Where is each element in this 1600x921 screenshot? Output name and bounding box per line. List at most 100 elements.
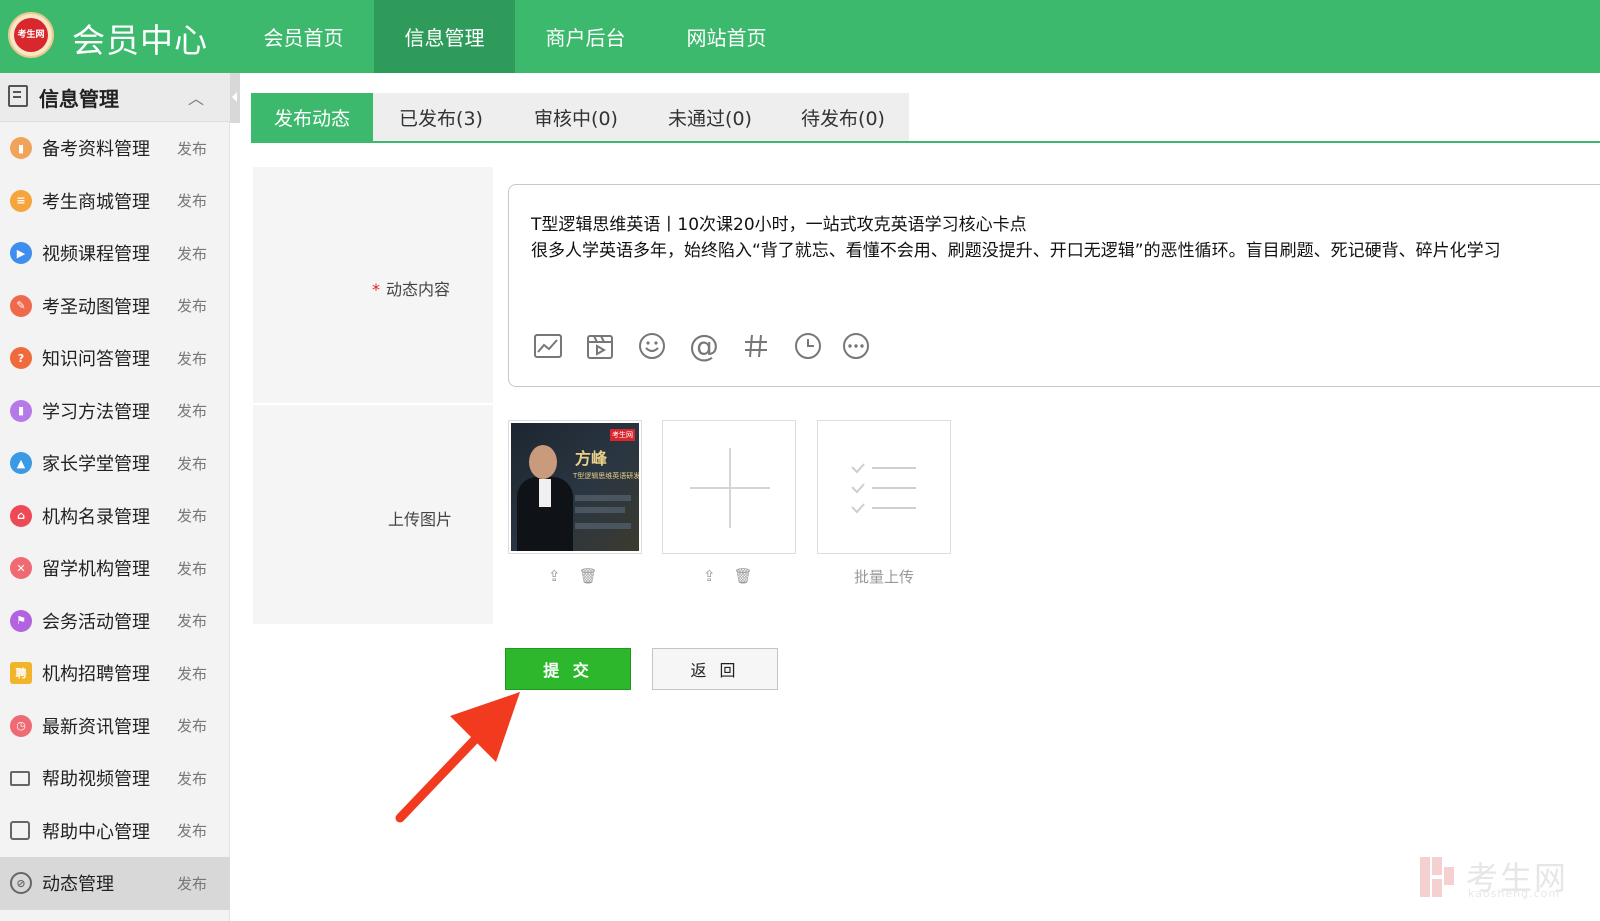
pen-icon: ✎ bbox=[10, 294, 32, 317]
nav-merchant-backend[interactable]: 商户后台 bbox=[515, 0, 656, 73]
batch-upload-label[interactable]: 批量上传 bbox=[817, 566, 951, 587]
sidebar-item-label: 家长学堂管理 bbox=[42, 454, 150, 476]
hashtag-icon[interactable] bbox=[741, 331, 771, 361]
top-header: 考生网 会员中心 会员首页 信息管理 商户后台 网站首页 bbox=[0, 0, 1600, 73]
video-icon[interactable] bbox=[585, 331, 615, 361]
sidebar-section-header[interactable]: 信息管理 ︿ bbox=[0, 73, 230, 122]
mention-icon[interactable]: @ bbox=[689, 329, 719, 364]
add-image-slot[interactable] bbox=[662, 420, 796, 554]
content-editor[interactable]: T型逻辑思维英语丨10次课20小时，一站式攻克英语学习核心卡点 很多人学英语多年… bbox=[508, 184, 1600, 387]
tab-reviewing[interactable]: 审核中(0) bbox=[509, 93, 643, 141]
sidebar-item-video-courses[interactable]: ▶ 视频课程管理 发布 bbox=[0, 227, 230, 280]
content-label-text: 动态内容 bbox=[386, 280, 451, 299]
annotation-arrow-icon bbox=[395, 692, 520, 823]
photo-title: 方峰 bbox=[575, 449, 608, 468]
main-nav: 会员首页 信息管理 商户后台 网站首页 bbox=[233, 0, 797, 73]
publish-link[interactable]: 发布 bbox=[177, 243, 207, 264]
publish-link[interactable]: 发布 bbox=[177, 453, 207, 474]
graduation-cap-icon: ▲ bbox=[10, 452, 32, 475]
sidebar-item-animations[interactable]: ✎ 考圣动图管理 发布 bbox=[0, 280, 230, 333]
publish-link[interactable]: 发布 bbox=[177, 400, 207, 421]
content-line-2[interactable]: 很多人学英语多年，始终陷入“背了就忘、看懂不会用、刷题没提升、开口无逻辑”的恶性… bbox=[531, 236, 1501, 261]
upload-label: 上传图片 bbox=[388, 510, 453, 529]
watermark-sub: kaosheng.com bbox=[1468, 887, 1561, 900]
sidebar-item-study-materials[interactable]: ▮ 备考资料管理 发布 bbox=[0, 122, 230, 175]
sidebar-item-events[interactable]: ⚑ 会务活动管理 发布 bbox=[0, 595, 230, 648]
image-actions-1: ⇪ 🗑 bbox=[548, 567, 598, 585]
sidebar-item-label: 会务活动管理 bbox=[42, 611, 150, 633]
sidebar-item-label: 最新资讯管理 bbox=[42, 716, 150, 738]
content-line-1[interactable]: T型逻辑思维英语丨10次课20小时，一站式攻克英语学习核心卡点 bbox=[531, 210, 1027, 235]
publish-link[interactable]: 发布 bbox=[177, 663, 207, 684]
chart-icon: ▮ bbox=[10, 399, 32, 422]
back-button[interactable]: 返 回 bbox=[652, 648, 778, 690]
sidebar-item-label: 帮助视频管理 bbox=[42, 769, 150, 791]
sidebar-item-label: 视频课程管理 bbox=[42, 244, 150, 266]
publish-link[interactable]: 发布 bbox=[177, 190, 207, 211]
sidebar-item-label: 机构招聘管理 bbox=[42, 664, 150, 686]
photo-text-line bbox=[575, 495, 631, 501]
sidebar-item-mall[interactable]: ≡ 考生商城管理 发布 bbox=[0, 175, 230, 228]
tab-rejected[interactable]: 未通过(0) bbox=[643, 93, 777, 141]
sidebar: 信息管理 ︿ ▮ 备考资料管理 发布 ≡ 考生商城管理 发布 ▶ 视频课程管理 … bbox=[0, 73, 230, 921]
sidebar-item-label: 帮助中心管理 bbox=[42, 821, 150, 843]
more-icon[interactable] bbox=[841, 331, 871, 361]
sidebar-item-help-center[interactable]: 帮助中心管理 发布 bbox=[0, 805, 230, 858]
emoji-icon[interactable] bbox=[637, 331, 667, 361]
publish-link[interactable]: 发布 bbox=[177, 768, 207, 789]
plane-icon: ✕ bbox=[10, 557, 32, 580]
publish-link[interactable]: 发布 bbox=[177, 873, 207, 894]
form-label-column bbox=[253, 167, 493, 624]
sidebar-item-parent-school[interactable]: ▲ 家长学堂管理 发布 bbox=[0, 437, 230, 490]
publish-link[interactable]: 发布 bbox=[177, 715, 207, 736]
image-icon[interactable] bbox=[533, 331, 563, 361]
tab-bar: 发布动态 已发布(3) 审核中(0) 未通过(0) 待发布(0) bbox=[251, 93, 1600, 143]
tab-pending[interactable]: 待发布(0) bbox=[777, 93, 909, 141]
sidebar-item-qa[interactable]: ? 知识问答管理 发布 bbox=[0, 332, 230, 385]
nav-info-management[interactable]: 信息管理 bbox=[374, 0, 515, 73]
publish-link[interactable]: 发布 bbox=[177, 348, 207, 369]
sidebar-item-recruitment[interactable]: 聘 机构招聘管理 发布 bbox=[0, 647, 230, 700]
home-icon: ⌂ bbox=[10, 504, 32, 527]
video-icon: ▶ bbox=[10, 242, 32, 265]
submit-button[interactable]: 提 交 bbox=[505, 648, 631, 690]
upload-icon[interactable]: ⇪ bbox=[548, 567, 561, 585]
photo-person-shirt bbox=[539, 479, 551, 507]
clock-icon: ◷ bbox=[10, 714, 32, 737]
publish-link[interactable]: 发布 bbox=[177, 820, 207, 841]
publish-link[interactable]: 发布 bbox=[177, 558, 207, 579]
sidebar-collapse-toggle[interactable] bbox=[230, 73, 240, 123]
sidebar-item-news[interactable]: ◷ 最新资讯管理 发布 bbox=[0, 700, 230, 753]
sidebar-item-dynamics[interactable]: ⊘ 动态管理 发布 bbox=[0, 857, 230, 910]
sidebar-list: ▮ 备考资料管理 发布 ≡ 考生商城管理 发布 ▶ 视频课程管理 发布 ✎ 考圣… bbox=[0, 122, 230, 910]
page-title: 会员中心 bbox=[72, 21, 208, 60]
clock-icon[interactable] bbox=[793, 331, 823, 361]
uploaded-image-slot[interactable]: 考生网 方峰 T型逻辑思维英语研发人 bbox=[508, 420, 642, 554]
qa-icon: ? bbox=[10, 347, 32, 370]
sidebar-item-org-directory[interactable]: ⌂ 机构名录管理 发布 bbox=[0, 490, 230, 543]
sidebar-item-study-abroad[interactable]: ✕ 留学机构管理 发布 bbox=[0, 542, 230, 595]
delete-icon[interactable]: 🗑 bbox=[579, 567, 598, 585]
tab-published[interactable]: 已发布(3) bbox=[373, 93, 509, 141]
batch-upload-slot[interactable] bbox=[817, 420, 951, 554]
sidebar-item-label: 备考资料管理 bbox=[42, 139, 150, 161]
publish-link[interactable]: 发布 bbox=[177, 610, 207, 631]
tab-publish[interactable]: 发布动态 bbox=[251, 93, 373, 141]
upload-icon[interactable]: ⇪ bbox=[703, 567, 716, 585]
publish-link[interactable]: 发布 bbox=[177, 505, 207, 526]
chevron-up-icon[interactable]: ︿ bbox=[188, 85, 204, 109]
sidebar-item-study-methods[interactable]: ▮ 学习方法管理 发布 bbox=[0, 385, 230, 438]
photo-person-head bbox=[529, 445, 557, 479]
nav-member-home[interactable]: 会员首页 bbox=[233, 0, 374, 73]
nav-site-home[interactable]: 网站首页 bbox=[656, 0, 797, 73]
photo-brand: 考生网 bbox=[610, 429, 635, 441]
delete-icon[interactable]: 🗑 bbox=[734, 567, 753, 585]
recruit-icon: 聘 bbox=[10, 662, 32, 685]
form-row-divider bbox=[253, 403, 493, 405]
content-label: * 动态内容 bbox=[372, 276, 450, 300]
publish-link[interactable]: 发布 bbox=[177, 295, 207, 316]
site-logo[interactable]: 考生网 bbox=[8, 12, 54, 58]
photo-text-line bbox=[575, 523, 631, 529]
publish-link[interactable]: 发布 bbox=[177, 138, 207, 159]
sidebar-item-help-videos[interactable]: 帮助视频管理 发布 bbox=[0, 752, 230, 805]
